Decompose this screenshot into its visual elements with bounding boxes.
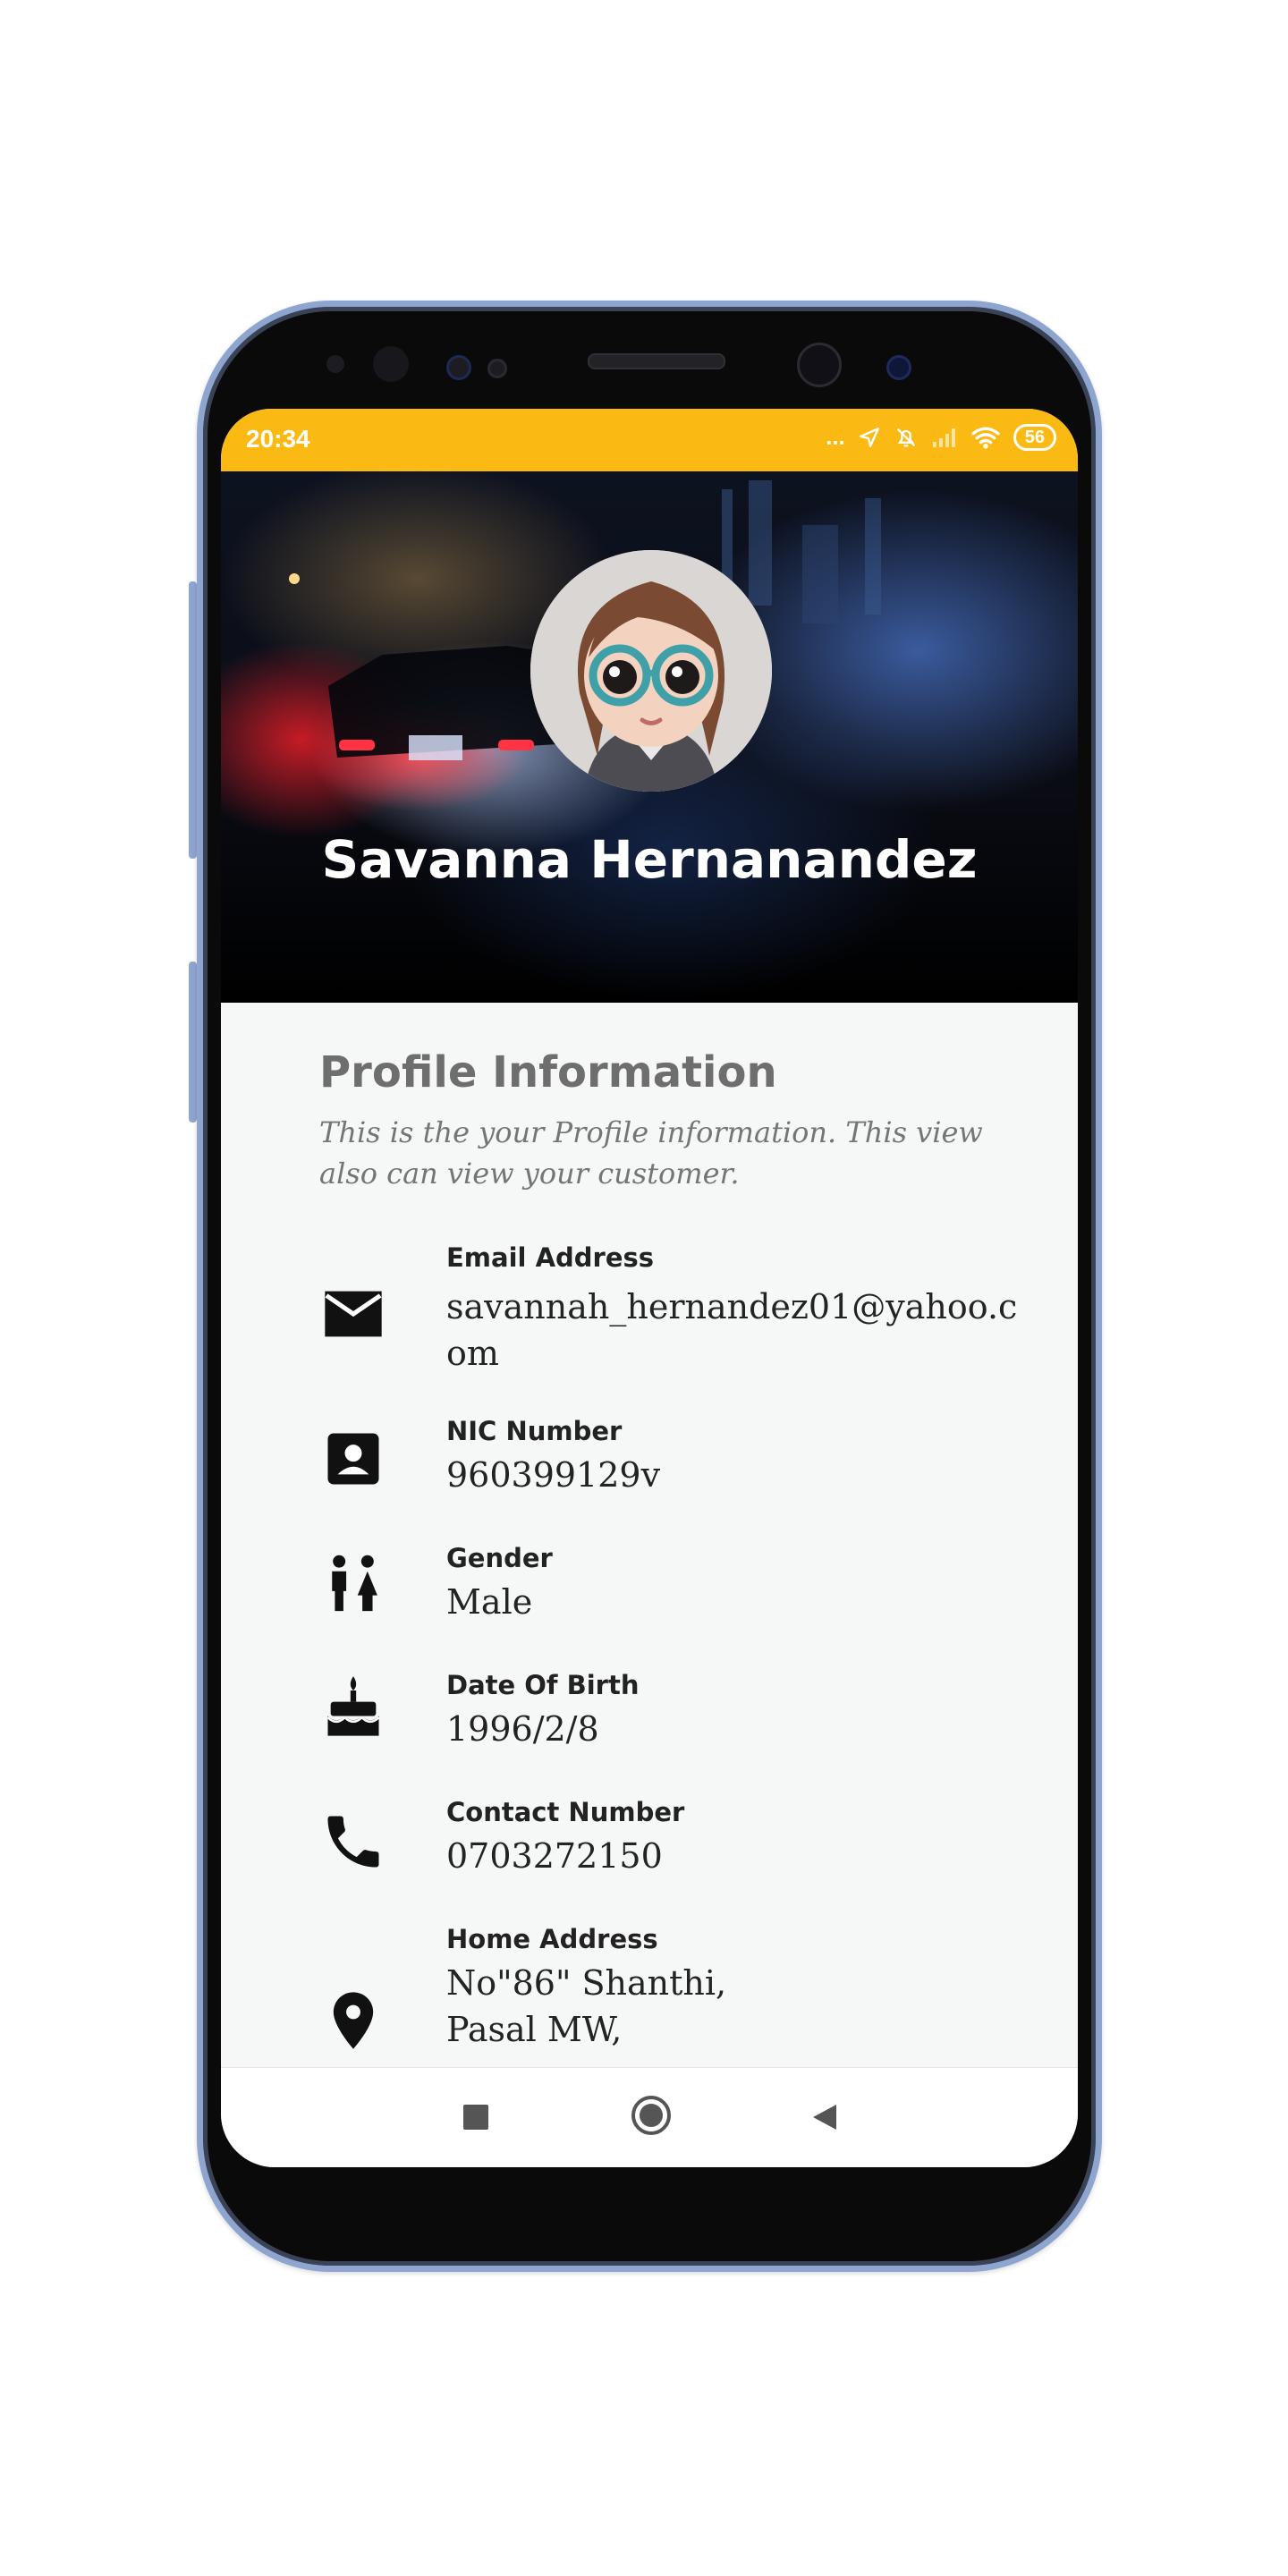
wifi-icon: [971, 427, 1000, 449]
info-row-contact: Contact Number 0703272150: [221, 1797, 1078, 1895]
more-dots-icon: ...: [826, 423, 845, 450]
info-label: NIC Number: [446, 1416, 623, 1446]
sensor-dot: [326, 355, 344, 373]
section-subtitle: This is the your Profile information. Th…: [319, 1115, 983, 1191]
home-button[interactable]: [631, 2095, 672, 2136]
status-icons: ... 56: [826, 423, 1056, 451]
volume-up-button: [189, 581, 197, 859]
cake-icon: [326, 1676, 380, 1736]
system-nav-bar: [221, 2067, 1078, 2167]
front-camera: [797, 343, 842, 387]
info-row-address: Home Address No"86" Shanthi, Pasal MW,: [221, 1924, 1078, 2067]
info-label: Email Address: [446, 1242, 655, 1273]
info-row-email: Email Address savannah_hernandez01@yahoo…: [221, 1242, 1078, 1385]
signal-icon: [932, 428, 955, 447]
info-value: 0703272150: [446, 1836, 663, 1876]
info-value: Male: [446, 1582, 533, 1622]
phone-frame: 20:34 ... 56 Savanna Hernanandez Profile…: [197, 301, 1102, 2272]
gender-icon: [332, 1555, 377, 1612]
location-arrow-icon: [859, 427, 879, 447]
profile-name: Savanna Hernanandez: [321, 829, 978, 890]
earpiece-speaker: [588, 353, 725, 369]
info-value: savannah_hernandez01@yahoo.com: [446, 1287, 1018, 1373]
bell-muted-icon: [896, 428, 915, 446]
recents-button[interactable]: [461, 2102, 491, 2132]
location-pin-icon: [333, 1992, 374, 2049]
sensor-dot: [446, 355, 471, 380]
sensor-dot: [373, 346, 409, 382]
contact-card-icon: [327, 1433, 379, 1485]
app-screen: 20:34 ... 56 Savanna Hernanandez Profile…: [221, 409, 1078, 2167]
info-row-dob: Date Of Birth 1996/2/8: [221, 1670, 1078, 1768]
info-value: 1996/2/8: [446, 1709, 599, 1749]
back-button[interactable]: [809, 2102, 840, 2132]
info-label: Home Address: [446, 1924, 658, 1954]
status-time: 20:34: [246, 425, 310, 453]
phone-icon: [327, 1816, 379, 1868]
iris-sensor: [886, 355, 911, 380]
battery-indicator: 56: [1013, 423, 1056, 451]
volume-down-button: [189, 962, 197, 1123]
status-bar: 20:34 ... 56: [221, 409, 1078, 471]
info-value: No"86" Shanthi, Pasal MW,: [446, 1963, 727, 2049]
info-row-gender: Gender Male: [221, 1543, 1078, 1641]
info-row-nic: NIC Number 960399129v: [221, 1416, 1078, 1514]
email-icon: [325, 1291, 382, 1337]
profile-info-section: Profile Information This is the your Pro…: [221, 1003, 1078, 2067]
avatar-image: [530, 550, 772, 792]
info-label: Contact Number: [446, 1797, 685, 1827]
info-label: Gender: [446, 1543, 553, 1573]
phone-top-bezel: [203, 307, 1096, 414]
info-label: Date Of Birth: [446, 1670, 640, 1700]
section-title: Profile Information: [319, 1047, 777, 1097]
profile-header: Savanna Hernanandez: [221, 471, 1078, 1003]
sensor-dot: [487, 359, 507, 378]
info-value: 960399129v: [446, 1455, 661, 1495]
avatar[interactable]: [530, 550, 772, 792]
